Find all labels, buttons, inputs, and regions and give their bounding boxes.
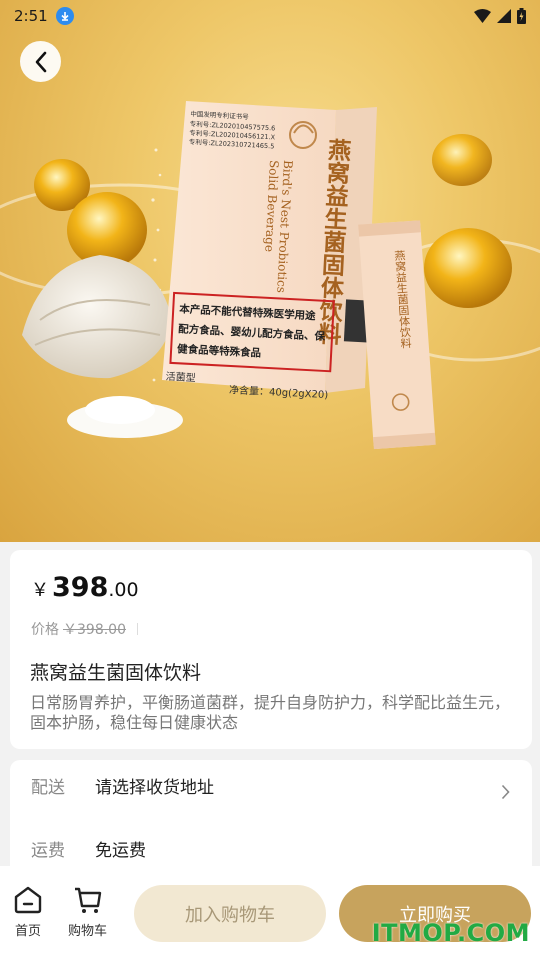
delivery-address-value: 请选择收货地址: [95, 778, 214, 798]
signal-icon: [497, 9, 511, 23]
delivery-label: 配送: [31, 778, 65, 798]
tab-cart[interactable]: 购物车: [68, 886, 107, 939]
price-currency: ￥: [31, 580, 49, 601]
tab-home-label: 首页: [14, 924, 41, 939]
shipping-fee-label: 运费: [31, 841, 65, 861]
shipping-fee-value: 免运费: [95, 841, 146, 861]
current-price: ￥ 398 .00: [31, 572, 139, 603]
add-to-cart-button[interactable]: 加入购物车: [134, 885, 326, 942]
battery-icon: [517, 8, 526, 24]
status-time: 2:51: [14, 7, 48, 25]
product-image[interactable]: 燕窝益生菌固体饮料 Bird's Nest Probiotics Solid B…: [0, 0, 540, 542]
shopping-cart-icon: [74, 887, 101, 913]
price-decimal: .00: [108, 579, 139, 601]
chevron-left-icon: [35, 51, 46, 72]
site-watermark: ITMOP.COM: [371, 919, 530, 947]
status-bar: 2:51: [0, 0, 540, 32]
sachet-image: 燕窝益生菌固体饮料: [358, 220, 436, 450]
download-icon: [55, 7, 74, 25]
original-price-label: 价格: [31, 622, 59, 638]
chevron-right-icon: [501, 784, 510, 800]
product-title: 燕窝益生菌固体饮料: [30, 662, 202, 684]
original-price-value: ￥398.00: [63, 622, 126, 638]
shipping-card: 配送 请选择收货地址 运费 免运费: [10, 760, 532, 866]
oil-capsule-image: [424, 228, 512, 308]
divider: [137, 623, 138, 635]
wifi-icon: [474, 9, 491, 23]
price-card: ￥ 398 .00 价格 ￥398.00 燕窝益生菌固体饮料 日常肠胃养护，平衡…: [10, 550, 532, 749]
oil-capsule-image: [432, 134, 492, 186]
tab-home[interactable]: 首页: [13, 886, 43, 939]
delivery-row[interactable]: 配送 请选择收货地址: [10, 760, 532, 818]
original-price: 价格 ￥398.00: [31, 619, 138, 639]
home-icon: [14, 886, 42, 914]
back-button[interactable]: [20, 41, 61, 82]
tab-cart-label: 购物车: [68, 924, 108, 939]
price-integer: 398: [52, 572, 109, 603]
product-description: 日常肠胃养护，平衡肠道菌群，提升自身防护力，科学配比益生元，固本护肠，稳住每日健…: [30, 693, 511, 732]
